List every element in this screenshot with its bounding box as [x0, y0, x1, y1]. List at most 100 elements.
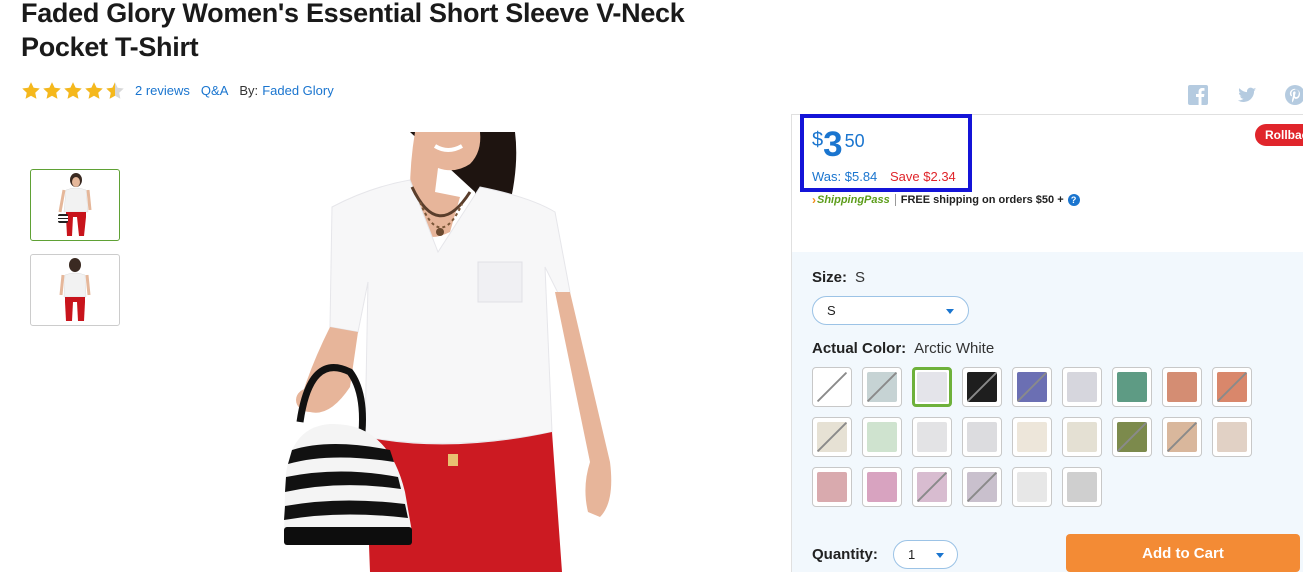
swatch-color-fill [917, 372, 947, 402]
help-icon[interactable]: ? [1067, 194, 1080, 206]
star-icon [63, 81, 83, 100]
color-swatch[interactable] [1062, 367, 1102, 407]
color-swatch[interactable] [1012, 467, 1052, 507]
unavailable-strike-icon [867, 372, 897, 402]
swatch-color-fill [967, 372, 997, 402]
color-swatch[interactable] [962, 467, 1002, 507]
star-icon [42, 81, 62, 100]
thumbnail-1[interactable] [30, 169, 120, 241]
swatch-color-fill [1217, 422, 1247, 452]
swatch-color-fill [917, 422, 947, 452]
color-swatch[interactable] [1062, 417, 1102, 457]
product-title: Faded Glory Women's Essential Short Slee… [21, 0, 685, 62]
unavailable-strike-icon [1217, 372, 1247, 402]
swatch-color-fill [1017, 472, 1047, 502]
star-icon [84, 81, 104, 100]
star-rating[interactable] [21, 81, 125, 100]
color-swatch[interactable] [912, 417, 952, 457]
swatch-color-fill [1117, 422, 1147, 452]
reviews-link[interactable]: 2 reviews [135, 83, 190, 98]
unavailable-strike-icon [917, 472, 947, 502]
swatch-color-fill [1017, 372, 1047, 402]
color-label: Actual Color: [812, 340, 907, 357]
chevron-down-icon [936, 553, 944, 558]
color-swatch[interactable] [1162, 367, 1202, 407]
color-swatch[interactable] [1062, 467, 1102, 507]
unavailable-strike-icon [817, 372, 847, 402]
facebook-icon[interactable] [1187, 84, 1209, 106]
color-swatch[interactable] [1162, 417, 1202, 457]
color-swatch[interactable] [862, 467, 902, 507]
save-amount: Save $2.34 [890, 169, 956, 184]
swatch-color-fill [1067, 372, 1097, 402]
quantity-label: Quantity: [812, 546, 878, 563]
swatch-color-fill [967, 422, 997, 452]
by-label: By: [239, 82, 259, 98]
swatch-color-fill [1167, 422, 1197, 452]
color-value: Arctic White [914, 340, 995, 357]
swatch-color-fill [967, 472, 997, 502]
color-swatch[interactable] [1212, 367, 1252, 407]
twitter-icon[interactable] [1236, 84, 1258, 106]
swatch-color-fill [817, 372, 847, 402]
swatch-color-fill [867, 372, 897, 402]
main-product-image[interactable] [270, 132, 650, 572]
color-swatch[interactable] [812, 367, 852, 407]
color-swatch[interactable] [862, 367, 902, 407]
swatch-color-fill [867, 422, 897, 452]
price-currency: $ [812, 129, 824, 151]
swatch-color-fill [817, 472, 847, 502]
swatch-color-fill [917, 472, 947, 502]
thumbnail-2[interactable] [30, 254, 120, 326]
rollback-badge: Rollback [1255, 124, 1303, 146]
color-swatch[interactable] [812, 417, 852, 457]
size-select-value: S [827, 303, 836, 318]
shipping-pass-info: › ShippingPass FREE shipping on orders $… [812, 193, 1080, 207]
pinterest-icon[interactable] [1284, 84, 1303, 106]
swatch-color-fill [817, 422, 847, 452]
color-swatch[interactable] [812, 467, 852, 507]
swatch-color-fill [1067, 472, 1097, 502]
unavailable-strike-icon [1017, 372, 1047, 402]
color-label-row: Actual Color: Arctic White [812, 340, 994, 357]
product-thumbnail-image [59, 258, 91, 321]
product-meta-row: 2 reviews Q&A By: Faded Glory [21, 80, 345, 100]
swatch-color-fill [1117, 372, 1147, 402]
star-icon [21, 81, 41, 100]
color-swatch[interactable] [1112, 417, 1152, 457]
color-swatch[interactable] [862, 417, 902, 457]
unavailable-strike-icon [817, 422, 847, 452]
size-label: Size: [812, 269, 848, 286]
color-swatch[interactable] [962, 367, 1002, 407]
color-swatch[interactable] [1012, 367, 1052, 407]
price-cents: 50 [844, 131, 865, 151]
qa-link[interactable]: Q&A [201, 83, 228, 98]
color-swatch[interactable] [912, 467, 952, 507]
brand-link[interactable]: Faded Glory [262, 83, 334, 98]
chevron-down-icon [946, 309, 954, 314]
add-to-cart-button[interactable]: Add to Cart [1066, 534, 1300, 572]
quantity-label-row: Quantity: [812, 546, 878, 563]
current-price: $ 3 50 [812, 125, 865, 165]
free-shipping-text: FREE shipping on orders $50 + [900, 194, 1064, 206]
shippingpass-logo[interactable]: ShippingPass [817, 194, 890, 206]
quantity-select[interactable]: 1 [893, 540, 958, 569]
swatch-color-fill [1067, 422, 1097, 452]
product-thumbnail-image [58, 173, 92, 236]
size-value: S [855, 269, 866, 286]
unavailable-strike-icon [1117, 422, 1147, 452]
swatch-color-fill [1167, 372, 1197, 402]
color-swatch[interactable] [1012, 417, 1052, 457]
color-swatch[interactable] [1212, 417, 1252, 457]
shippingpass-chevron-icon: › [812, 193, 816, 207]
size-label-row: Size: S [812, 269, 865, 286]
swatch-color-fill [1217, 372, 1247, 402]
swatch-color-fill [867, 472, 897, 502]
unavailable-strike-icon [967, 372, 997, 402]
unavailable-strike-icon [967, 472, 997, 502]
color-swatch[interactable] [912, 367, 952, 407]
size-select[interactable]: S [812, 296, 969, 325]
color-swatch[interactable] [962, 417, 1002, 457]
star-icon [105, 81, 125, 100]
color-swatch[interactable] [1112, 367, 1152, 407]
